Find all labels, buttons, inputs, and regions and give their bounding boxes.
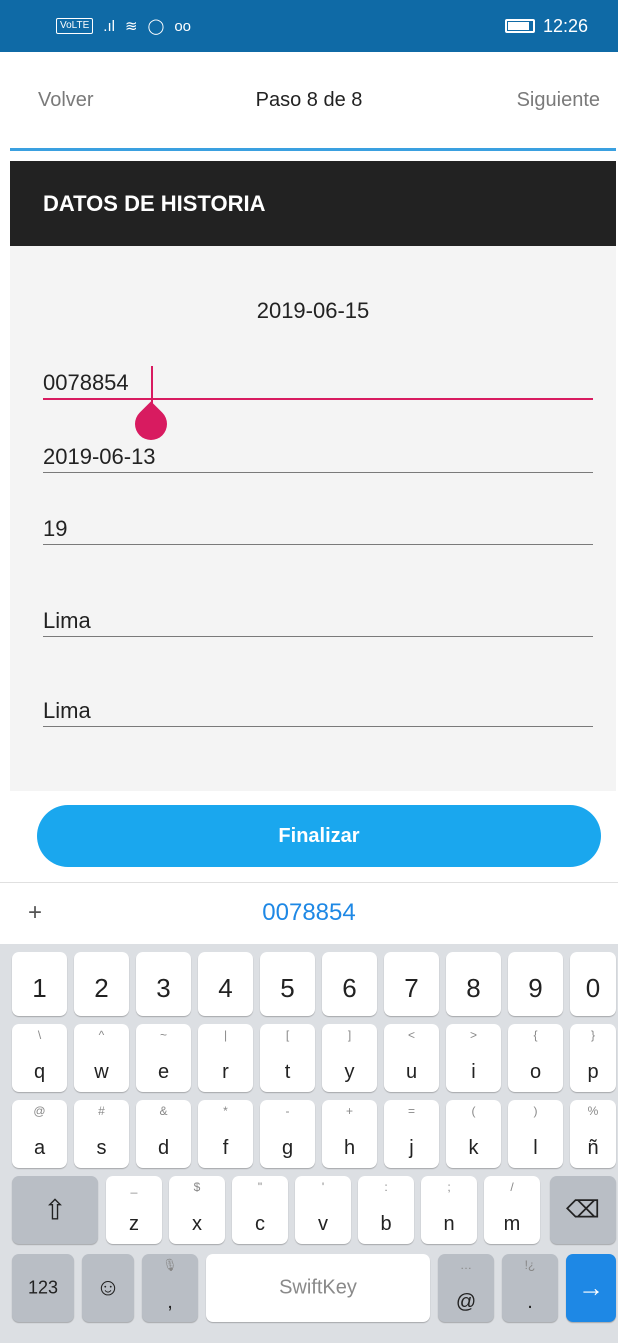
key-l[interactable]: ) l [508, 1100, 563, 1168]
battery-icon [504, 19, 535, 33]
form-area: 2019-06-15 0078854 2019-06-13 19 Lima Li… [10, 246, 616, 791]
key-5[interactable]: 5 [260, 952, 315, 1016]
field-underline [43, 472, 593, 473]
key-8[interactable]: 8 [446, 952, 501, 1016]
status-bar: VoLTE .ıl ≋ ◯ oo 12:26 [0, 0, 618, 52]
province-field[interactable]: Lima [43, 696, 593, 727]
backspace-icon: ⌫ [566, 1196, 600, 1224]
key-d[interactable]: & d [136, 1100, 191, 1168]
voicemail-icon: oo [174, 17, 192, 35]
key-6[interactable]: 6 [322, 952, 377, 1016]
key-0[interactable]: 0 [570, 952, 616, 1016]
nav-bar: Volver Paso 8 de 8 Siguiente [0, 52, 618, 148]
key-s[interactable]: # s [74, 1100, 129, 1168]
emoji-key[interactable]: ☺ [82, 1254, 134, 1322]
signal-icon: .ıl [103, 17, 115, 35]
key-e[interactable]: ~ e [136, 1024, 191, 1092]
key-j[interactable]: = j [384, 1100, 439, 1168]
status-left: VoLTE .ıl ≋ ◯ oo [56, 18, 191, 34]
key-q[interactable]: \ q [12, 1024, 67, 1092]
suggestion-bar: + 0078854 [0, 882, 618, 944]
text-cursor [151, 366, 153, 406]
section-title: DATOS DE HISTORIA [43, 190, 266, 216]
wifi-icon: ≋ [124, 17, 138, 35]
suggestion-word[interactable]: 0078854 [0, 899, 618, 927]
key-g[interactable]: -g [260, 1100, 315, 1168]
shift-key[interactable]: ⇧ [12, 1176, 98, 1244]
key-i[interactable]: > i [446, 1024, 501, 1092]
field-underline [43, 636, 593, 637]
key-o[interactable]: {o [508, 1024, 563, 1092]
keyboard: 1 2 3 4 5 6 7 8 9 0 \ q ^ w ~ e | r [t ] y < u… [0, 944, 618, 1343]
key-t[interactable]: [t [260, 1024, 315, 1092]
status-time: 12:26 [542, 15, 588, 36]
history-number-field[interactable]: 0078854 [43, 366, 593, 447]
history-number-value: 0078854 [43, 370, 129, 395]
back-button[interactable]: Volver [38, 89, 94, 112]
age-value: 19 [43, 516, 68, 541]
finish-button[interactable]: Finalizar [37, 805, 601, 867]
province-value: Lima [43, 698, 91, 723]
key-m[interactable]: / m [484, 1176, 540, 1244]
cursor-handle[interactable] [128, 401, 174, 447]
key-f[interactable]: * f [198, 1100, 253, 1168]
volte-badge: VoLTE [56, 18, 94, 34]
key-n-tilde[interactable]: % ñ [570, 1100, 616, 1168]
key-k[interactable]: (k [446, 1100, 501, 1168]
key-c[interactable]: " c [232, 1176, 288, 1244]
key-v[interactable]: ' v [295, 1176, 351, 1244]
emoji-icon: ☺ [95, 1274, 121, 1301]
microphone-icon: 🎙 [162, 1258, 178, 1272]
key-1[interactable]: 1 [12, 952, 67, 1016]
city-field[interactable]: Lima [43, 606, 593, 637]
key-x[interactable]: $ x [169, 1176, 225, 1244]
swiftkey-logo: SwiftKey [279, 1276, 357, 1299]
field-underline [43, 726, 593, 727]
field-underline [43, 544, 593, 545]
key-b[interactable]: :b [358, 1176, 414, 1244]
age-field[interactable]: 19 [43, 514, 593, 545]
key-a[interactable]: @ a [12, 1100, 67, 1168]
whatsapp-icon: ◯ [147, 17, 165, 35]
key-w[interactable]: ^ w [74, 1024, 129, 1092]
key-p[interactable]: } p [570, 1024, 616, 1092]
space-key[interactable]: SwiftKey [206, 1254, 430, 1322]
key-u[interactable]: < u [384, 1024, 439, 1092]
arrow-right-icon: → [578, 1272, 604, 1303]
key-3[interactable]: 3 [136, 952, 191, 1016]
form-date: 2019-06-15 [256, 298, 370, 323]
history-date-field[interactable]: 2019-06-13 [43, 442, 593, 473]
city-value: Lima [43, 608, 91, 633]
key-9[interactable]: 9 [508, 952, 563, 1016]
next-button[interactable]: Siguiente [517, 89, 600, 112]
key-7[interactable]: 7 [384, 952, 439, 1016]
enter-key[interactable]: → [566, 1254, 616, 1322]
key-n[interactable]: ; n [421, 1176, 477, 1244]
history-date-value: 2019-06-13 [43, 444, 156, 469]
key-2[interactable]: 2 [74, 952, 129, 1016]
comma-key[interactable]: 🎙, [142, 1254, 198, 1322]
key-z[interactable]: _ z [106, 1176, 162, 1244]
at-key[interactable]: … @ [438, 1254, 494, 1322]
nav-divider [10, 148, 616, 151]
period-key[interactable]: !¿. [502, 1254, 558, 1322]
section-header: DATOS DE HISTORIA [10, 161, 616, 246]
shift-icon: ⇧ [43, 1194, 67, 1226]
backspace-key[interactable]: ⌫ [550, 1176, 616, 1244]
status-right: 12:26 [504, 15, 588, 37]
field-underline-active [43, 398, 593, 400]
key-r[interactable]: | r [198, 1024, 253, 1092]
key-h[interactable]: + h [322, 1100, 377, 1168]
key-y[interactable]: ] y [322, 1024, 377, 1092]
numbers-key[interactable]: 123 [12, 1254, 74, 1322]
key-4[interactable]: 4 [198, 952, 253, 1016]
